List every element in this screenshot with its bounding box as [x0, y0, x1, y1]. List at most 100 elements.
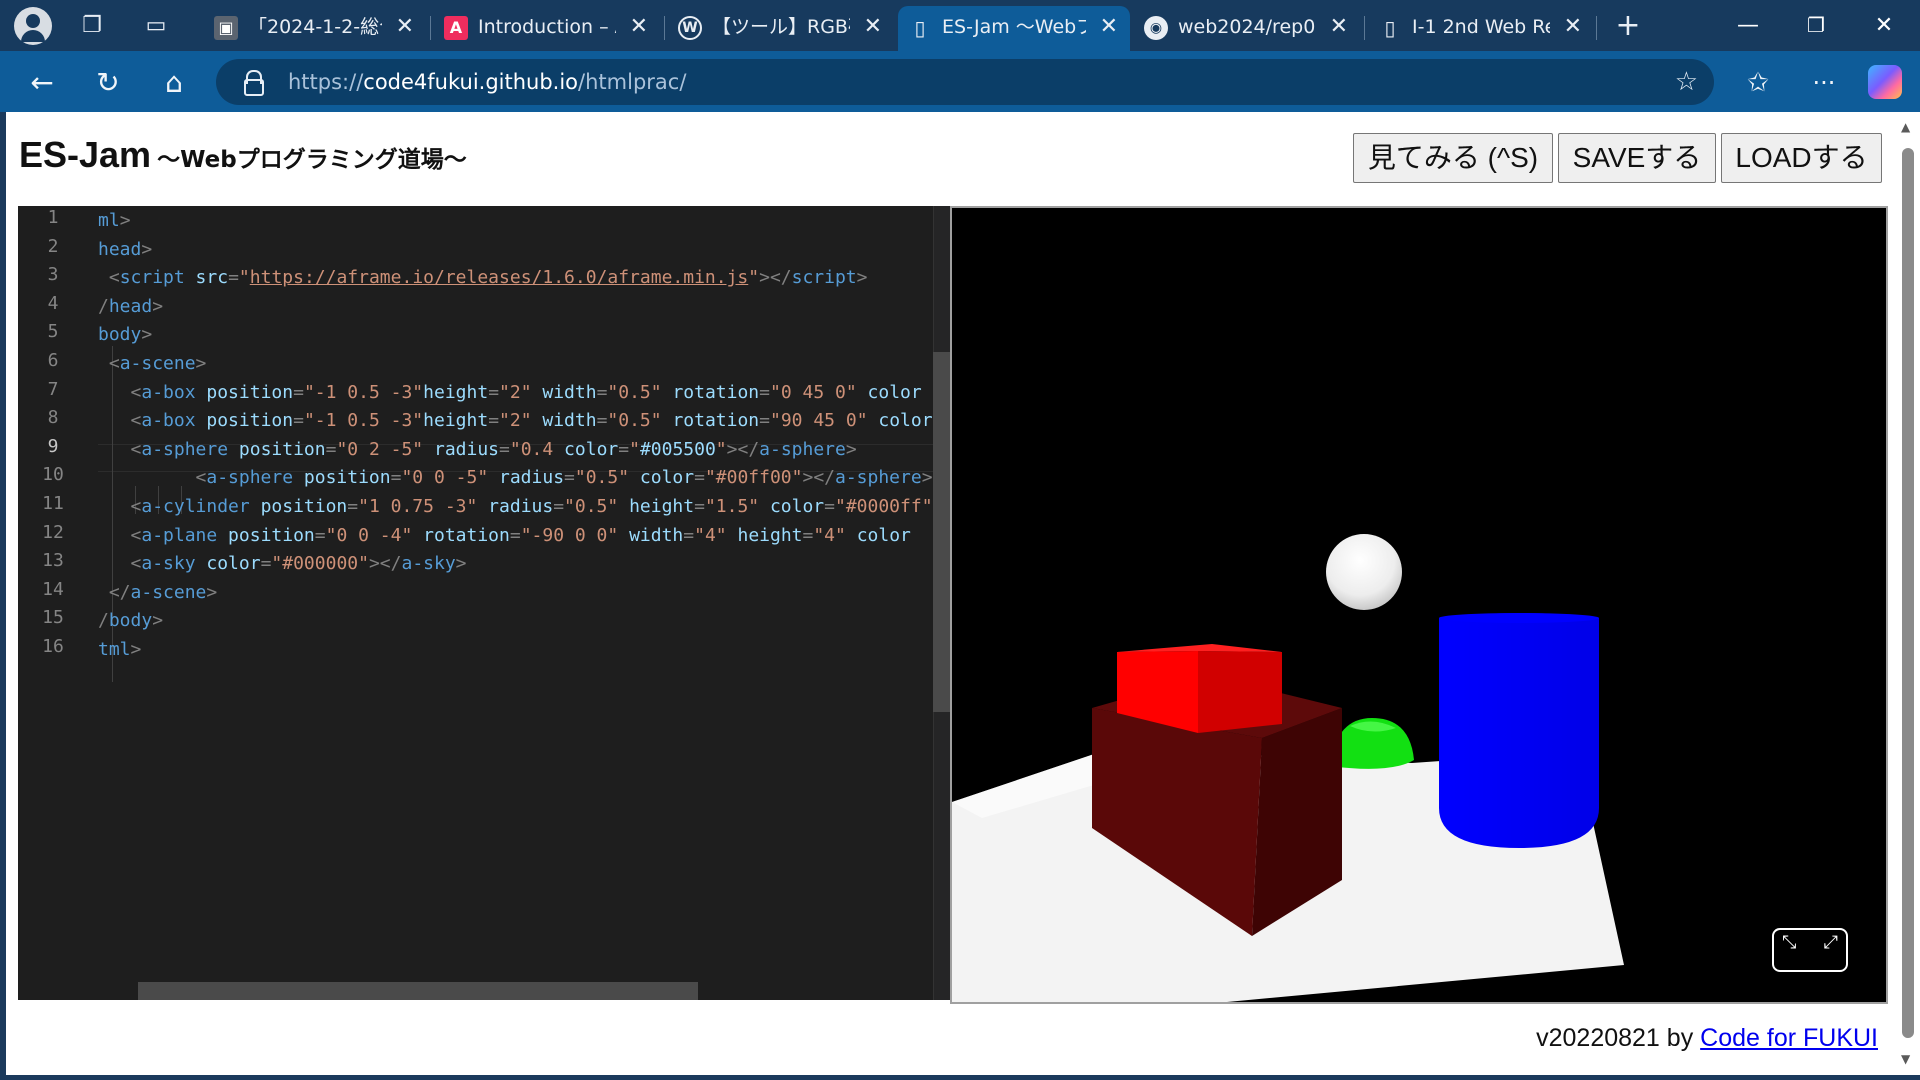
code-token: = — [314, 524, 326, 546]
code-token: rotation — [661, 410, 760, 432]
line-number: 13 — [42, 550, 64, 572]
scroll-up-icon[interactable]: ▲ — [1901, 120, 1910, 134]
code-token: a-plane — [141, 524, 218, 546]
code-token: height — [726, 524, 803, 546]
url-text[interactable]: https://code4fukui.github.io/htmlprac/ — [288, 59, 686, 105]
code-editor[interactable]: 1 2 3 4 5 6 7 8 9 10 11 12 13 14 15 16 ml> head> <script… — [18, 206, 960, 1000]
save-button[interactable]: SAVEする — [1558, 133, 1716, 183]
lock-icon[interactable] — [244, 70, 264, 96]
code-line[interactable]: </a-scene> — [98, 579, 217, 607]
version-text: v20220821 by — [1536, 1024, 1694, 1052]
page-scroll-thumb[interactable] — [1902, 148, 1914, 1038]
code-token: < — [98, 353, 120, 374]
code-line[interactable]: <script src="https://aframe.io/releases/… — [98, 264, 868, 292]
fullscreen-vr-button[interactable]: ⤡ ⤢ — [1772, 928, 1848, 972]
code-line[interactable]: /body> — [98, 607, 163, 635]
page-scrollbar[interactable]: ▲ ▼ — [1896, 112, 1920, 1075]
web-page: ES-Jam 〜Webプログラミング道場〜 見てみる (^S) SAVEする LO… — [6, 112, 1920, 1075]
close-tab-icon[interactable]: ✕ — [1100, 6, 1118, 48]
close-window-icon[interactable]: ✕ — [1854, 0, 1914, 51]
favorite-star-icon[interactable]: ☆ — [1675, 67, 1698, 97]
code-token: < — [98, 438, 142, 460]
github-icon: ◉ — [1144, 16, 1168, 40]
code-token: > — [455, 553, 467, 575]
code-token: ></ — [726, 438, 760, 460]
scroll-down-icon[interactable]: ▼ — [1901, 1052, 1910, 1066]
editor-vertical-scroll-thumb[interactable] — [933, 352, 951, 712]
tab-2[interactable]: A Introduction – A-F ✕ — [434, 6, 660, 51]
code-line[interactable]: <a-sphere position="0 0 -5" radius="0.5"… — [98, 464, 933, 492]
code-token: color — [867, 410, 933, 432]
code-token: = — [553, 496, 565, 517]
address-bar[interactable]: https://code4fukui.github.io/htmlprac/ ☆ — [216, 59, 1714, 105]
tab-title: ES-Jam 〜Webプロ — [942, 16, 1086, 38]
code-token: > — [921, 467, 933, 489]
back-icon[interactable]: ← — [24, 65, 60, 101]
workspaces-icon[interactable]: ❐ — [76, 10, 108, 42]
refresh-icon[interactable]: ↻ — [90, 65, 126, 101]
tab-3[interactable]: W 【ツール】RGB確認ツ ✕ — [668, 6, 894, 51]
code-token: head — [108, 295, 153, 317]
line-number: 9 — [47, 435, 59, 457]
code-line[interactable]: head> — [98, 236, 152, 264]
code-text-area[interactable]: ml> head> <script src="https://aframe.io/… — [98, 206, 940, 1000]
code-token: a-cylinder — [141, 496, 250, 517]
code-token: > — [152, 295, 164, 317]
code-line[interactable]: /head> — [98, 293, 163, 321]
line-number: 11 — [42, 493, 64, 514]
code-for-fukui-link[interactable]: Code for FUKUI — [1700, 1024, 1878, 1052]
code-token: color — [553, 438, 619, 460]
more-menu-icon[interactable]: ··· — [1806, 65, 1842, 101]
code-token: a-sphere — [835, 467, 922, 489]
code-token: a-scene — [119, 353, 196, 374]
tab-5[interactable]: ◉ web2024/rep01.h ✕ — [1134, 6, 1360, 51]
code-line[interactable]: ml> — [98, 207, 131, 235]
code-line[interactable]: <a-plane position="0 0 -4" rotation="-90… — [98, 522, 911, 550]
tab-actions-icon[interactable]: ▭ — [140, 10, 172, 42]
load-button[interactable]: LOADする — [1721, 133, 1882, 183]
editor-horizontal-scroll-thumb[interactable] — [138, 982, 698, 1000]
tab-1[interactable]: ▣ 「2024-1-2-総合工 ✕ — [204, 6, 426, 51]
tab-4-active[interactable]: ▯ ES-Jam 〜Webプロ ✕ — [898, 6, 1130, 51]
close-tab-icon[interactable]: ✕ — [1330, 6, 1348, 48]
wordpress-icon: W — [678, 16, 702, 40]
code-token: > — [195, 353, 207, 374]
line-number: 16 — [42, 636, 64, 657]
new-tab-icon[interactable]: + — [1612, 10, 1644, 42]
close-tab-icon[interactable]: ✕ — [1564, 6, 1582, 48]
code-token: "1 0.75 -3" — [358, 496, 478, 517]
code-line[interactable]: <a-box position="-1 0.5 -3"height="2" wi… — [98, 379, 922, 407]
home-icon[interactable]: ⌂ — [156, 65, 192, 101]
code-token: width — [618, 524, 684, 546]
line-number: 1 — [47, 207, 59, 228]
profile-avatar-icon[interactable] — [14, 7, 52, 45]
code-line[interactable]: <a-sphere position="0 2 -5" radius="0.4 … — [98, 436, 857, 464]
code-token: < — [98, 553, 142, 575]
view-button[interactable]: 見てみる (^S) — [1353, 133, 1553, 183]
code-line[interactable]: <a-box position="-1 0.5 -3"height="2" wi… — [98, 407, 933, 435]
code-token: = — [618, 438, 630, 460]
line-number: 3 — [47, 264, 59, 286]
page-icon: ▯ — [1384, 16, 1396, 40]
favorites-icon[interactable]: ✩ — [1740, 65, 1776, 101]
preview-frame[interactable]: ⤡ ⤢ — [950, 206, 1888, 1004]
code-line[interactable]: tml> — [98, 636, 141, 664]
minimize-icon[interactable]: — — [1718, 0, 1778, 51]
code-token: position — [228, 438, 326, 460]
restore-icon[interactable]: ❐ — [1786, 0, 1846, 51]
close-tab-icon[interactable]: ✕ — [630, 6, 648, 48]
blue-cylinder — [1439, 613, 1599, 848]
code-line[interactable]: <a-cylinder position="1 0.75 -3" radius=… — [98, 493, 933, 521]
code-token: = — [824, 496, 835, 517]
code-token: a-scene — [130, 581, 207, 603]
code-line[interactable]: <a-sky color="#000000"></a-sky> — [98, 550, 467, 578]
copilot-icon[interactable] — [1868, 65, 1902, 99]
code-token: "0 0 -4" — [325, 524, 413, 546]
code-line[interactable]: <a-scene> — [98, 350, 207, 378]
code-token: a-sphere — [759, 438, 846, 460]
tab-6[interactable]: ▯ I-1 2nd Web Repo ✕ — [1368, 6, 1594, 51]
code-token: position — [293, 467, 391, 489]
close-tab-icon[interactable]: ✕ — [864, 6, 882, 48]
close-tab-icon[interactable]: ✕ — [396, 6, 414, 48]
code-line[interactable]: body> — [98, 321, 152, 349]
